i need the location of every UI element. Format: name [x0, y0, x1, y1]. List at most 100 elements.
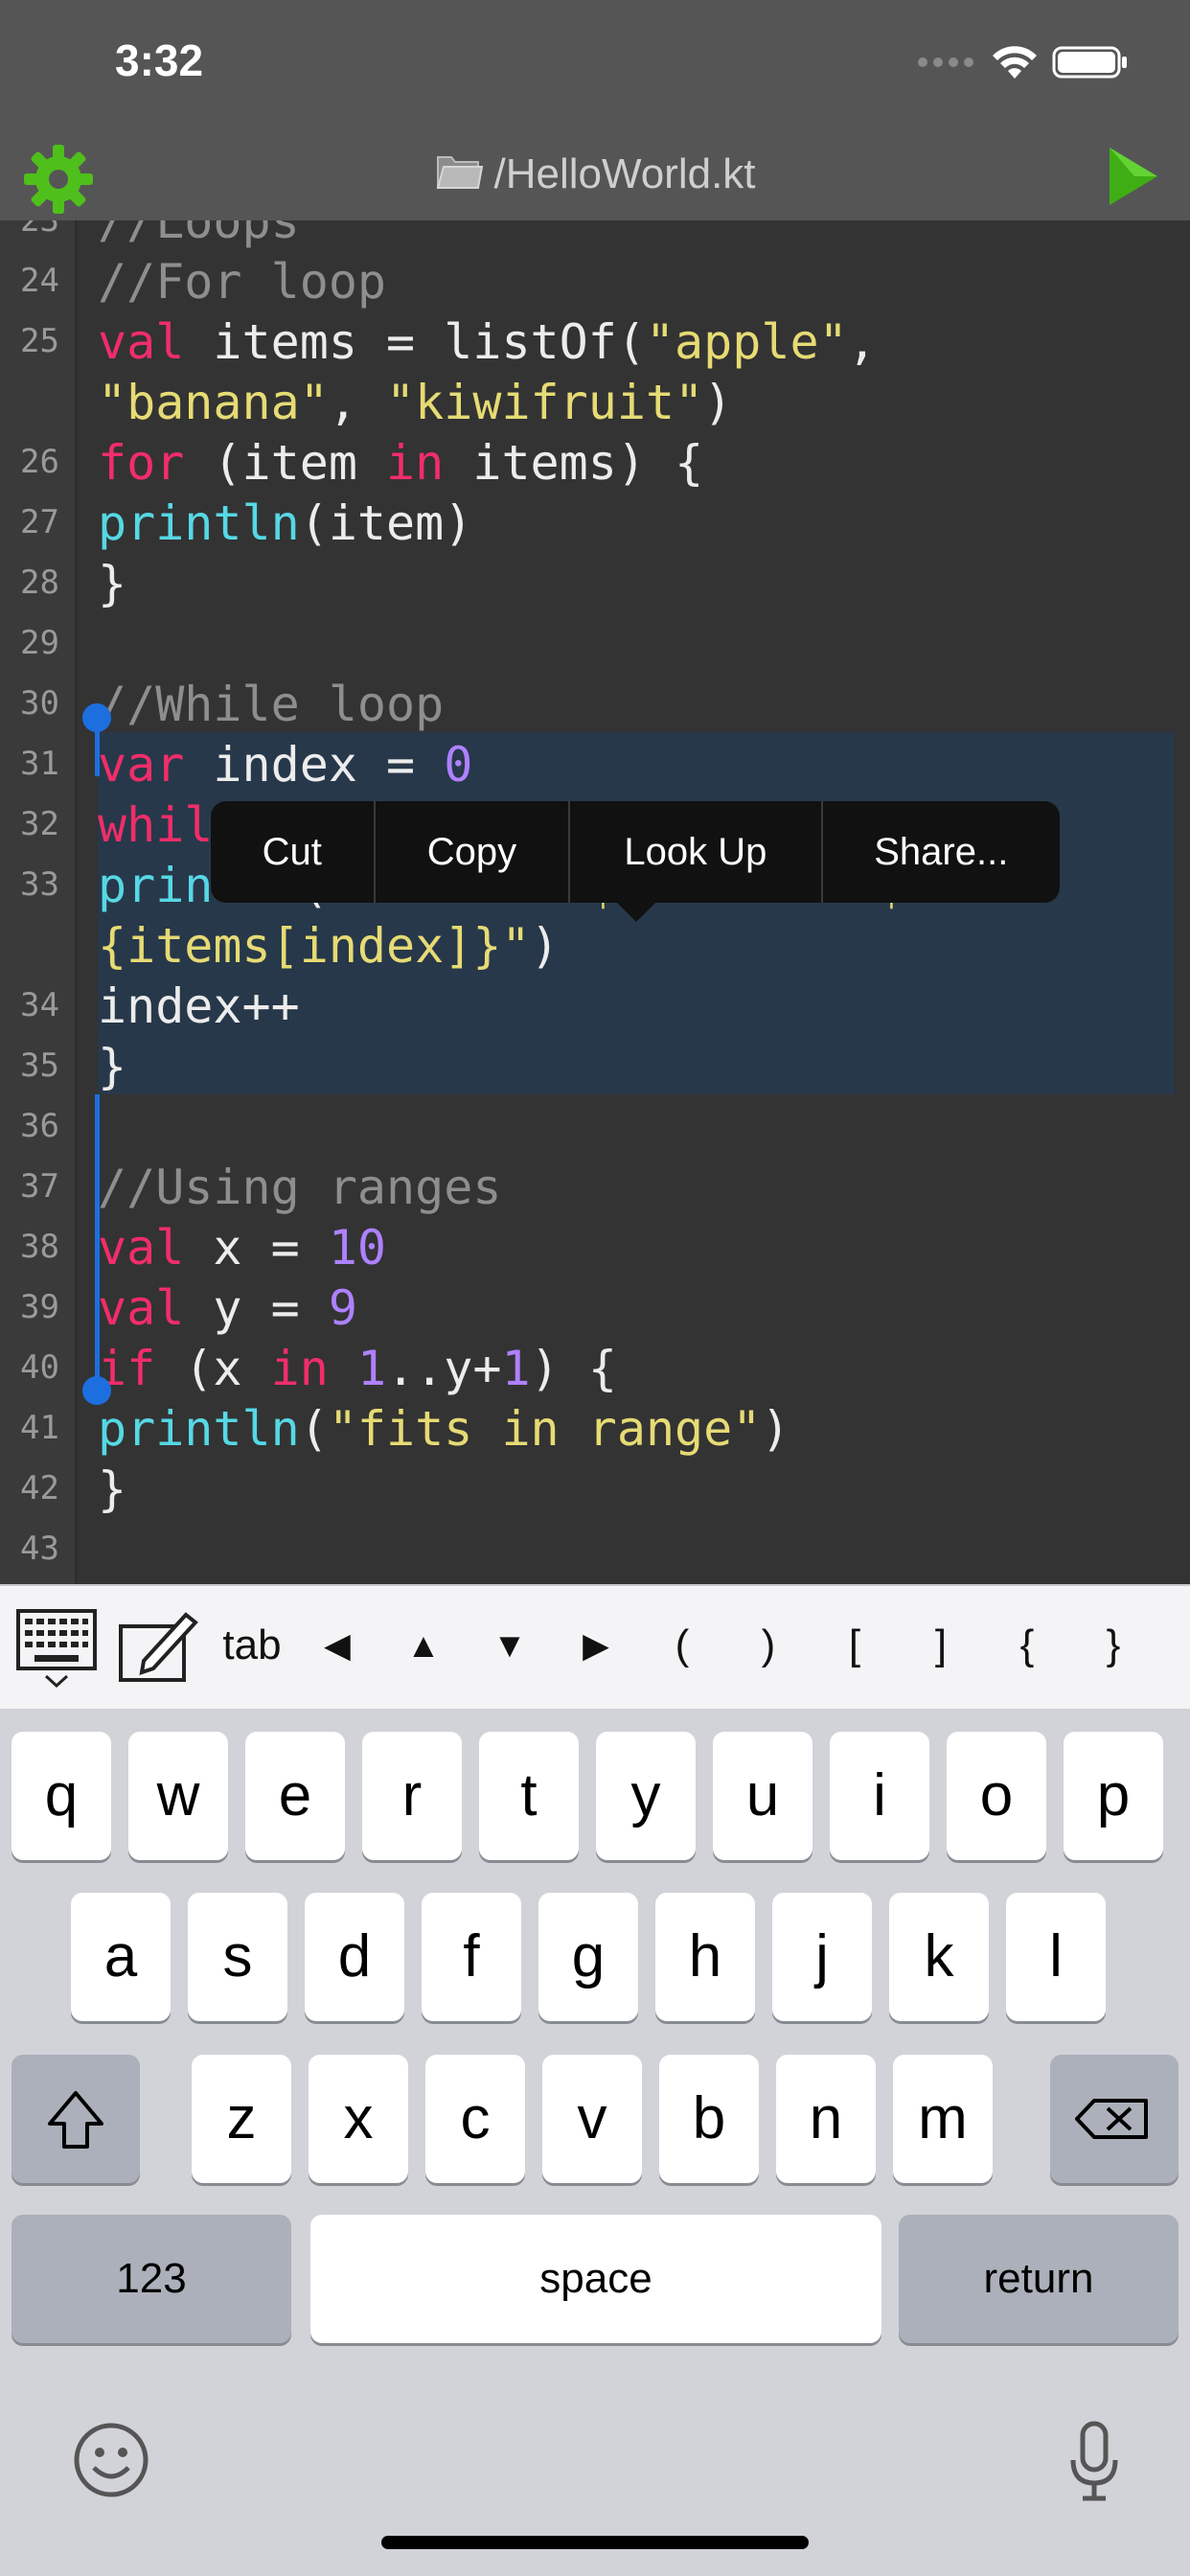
code-line: 23 //Loops: [0, 220, 1190, 252]
code-text: for (item in items) {: [98, 433, 703, 494]
code-line: 42}: [0, 1460, 1190, 1520]
key-b[interactable]: b: [659, 2055, 759, 2183]
space-key[interactable]: space: [310, 2215, 881, 2343]
code-token: in: [270, 1341, 329, 1396]
key-t[interactable]: t: [479, 1732, 579, 1860]
code-line: "banana", "kiwifruit"): [0, 373, 1190, 433]
key-a[interactable]: a: [71, 1893, 171, 2021]
key-j[interactable]: j: [772, 1893, 872, 2021]
key-w[interactable]: w: [128, 1732, 228, 1860]
key-d[interactable]: d: [305, 1893, 404, 2021]
code-token: y =: [184, 1280, 329, 1336]
menu-share[interactable]: Share...: [823, 801, 1060, 903]
key-c[interactable]: c: [425, 2055, 525, 2183]
line-number: 30: [20, 684, 59, 723]
emoji-button[interactable]: [71, 2420, 151, 2500]
menu-copy[interactable]: Copy: [376, 801, 571, 903]
keyboard-dismiss-button[interactable]: [15, 1605, 98, 1691]
code-token: ..y+: [386, 1341, 502, 1396]
close-paren-key[interactable]: ): [736, 1615, 801, 1676]
code-text: {items[index]}"): [98, 916, 560, 977]
open-bracket-key[interactable]: [: [822, 1615, 887, 1676]
key-g[interactable]: g: [538, 1893, 638, 2021]
key-l[interactable]: l: [1006, 1893, 1106, 2021]
arrow-up-key[interactable]: ▲: [391, 1615, 456, 1676]
code-line: 35}: [0, 1037, 1190, 1097]
play-icon: [1110, 148, 1157, 205]
file-title[interactable]: /HelloWorld.kt: [0, 150, 1190, 198]
line-number: 26: [20, 443, 59, 481]
arrow-right-key[interactable]: ▶: [563, 1615, 629, 1676]
key-s[interactable]: s: [188, 1893, 287, 2021]
menu-look-up[interactable]: Look Up: [570, 801, 823, 903]
microphone-icon: [1070, 2421, 1118, 2501]
arrow-left-key[interactable]: ◀: [305, 1615, 370, 1676]
open-paren-key[interactable]: (: [650, 1615, 715, 1676]
numbers-key[interactable]: 123: [11, 2215, 291, 2343]
code-token: val: [98, 1220, 185, 1276]
keyboard-dismiss-icon: [16, 1609, 97, 1689]
menu-cut[interactable]: Cut: [211, 801, 376, 903]
code-line: 27 println(item): [0, 494, 1190, 554]
code-token: index =: [184, 737, 445, 793]
key-x[interactable]: x: [309, 2055, 408, 2183]
key-f[interactable]: f: [422, 1893, 521, 2021]
code-line: 36: [0, 1097, 1190, 1158]
code-text: index++: [98, 977, 300, 1037]
code-editor[interactable]: 23 //Loops 24 //For loop 25 val items = listO…: [0, 220, 1190, 1584]
code-token: for: [98, 435, 185, 491]
code-token: }: [98, 1461, 127, 1517]
return-key[interactable]: return: [899, 2215, 1179, 2343]
code-text: //Using ranges: [98, 1158, 501, 1218]
code-line: 29: [0, 614, 1190, 675]
arrow-down-key[interactable]: ▼: [477, 1615, 542, 1676]
selection-end-handle[interactable]: [82, 1376, 111, 1405]
code-line: 25 val items = listOf("apple",: [0, 312, 1190, 373]
key-e[interactable]: e: [245, 1732, 345, 1860]
dictation-button[interactable]: [1065, 2420, 1123, 2504]
line-number: 23: [20, 220, 59, 240]
code-line: 40 if (x in 1..y+1) {: [0, 1339, 1190, 1399]
line-number: 36: [20, 1107, 59, 1145]
open-brace-key[interactable]: {: [995, 1615, 1060, 1676]
code-line: 34 index++: [0, 977, 1190, 1037]
code-line: 38 val x = 10: [0, 1218, 1190, 1278]
code-token: items = listOf(: [184, 314, 646, 370]
code-token: {items[index]}": [98, 918, 531, 974]
code-token: (item): [299, 495, 473, 551]
key-o[interactable]: o: [947, 1732, 1046, 1860]
code-text: println(item): [98, 494, 472, 554]
shift-key[interactable]: [11, 2055, 140, 2183]
key-n[interactable]: n: [776, 2055, 876, 2183]
code-token: ) {: [530, 1341, 617, 1396]
key-y[interactable]: y: [596, 1732, 696, 1860]
key-z[interactable]: z: [192, 2055, 291, 2183]
code-token: 1: [356, 1341, 387, 1396]
key-q[interactable]: q: [11, 1732, 111, 1860]
edit-button[interactable]: [115, 1605, 201, 1691]
delete-key[interactable]: [1050, 2055, 1179, 2183]
tab-key[interactable]: tab: [211, 1615, 293, 1676]
line-number: 41: [20, 1409, 59, 1447]
key-i[interactable]: i: [830, 1732, 929, 1860]
code-text: //For loop: [98, 252, 386, 312]
key-k[interactable]: k: [889, 1893, 989, 2021]
line-number: 38: [20, 1228, 59, 1266]
key-u[interactable]: u: [713, 1732, 812, 1860]
key-r[interactable]: r: [362, 1732, 462, 1860]
line-number: 32: [20, 805, 59, 843]
run-button[interactable]: [1106, 144, 1161, 209]
code-text: val x = 10: [98, 1218, 386, 1278]
close-bracket-key[interactable]: ]: [908, 1615, 973, 1676]
key-v[interactable]: v: [542, 2055, 642, 2183]
key-h[interactable]: h: [655, 1893, 755, 2021]
code-line: 37 //Using ranges: [0, 1158, 1190, 1218]
key-m[interactable]: m: [893, 2055, 993, 2183]
line-number: 24: [20, 262, 59, 300]
code-token: println: [98, 495, 300, 551]
code-token: //While loop: [98, 677, 445, 732]
close-brace-key[interactable]: }: [1081, 1615, 1146, 1676]
line-number: 27: [20, 503, 59, 541]
key-p[interactable]: p: [1064, 1732, 1163, 1860]
